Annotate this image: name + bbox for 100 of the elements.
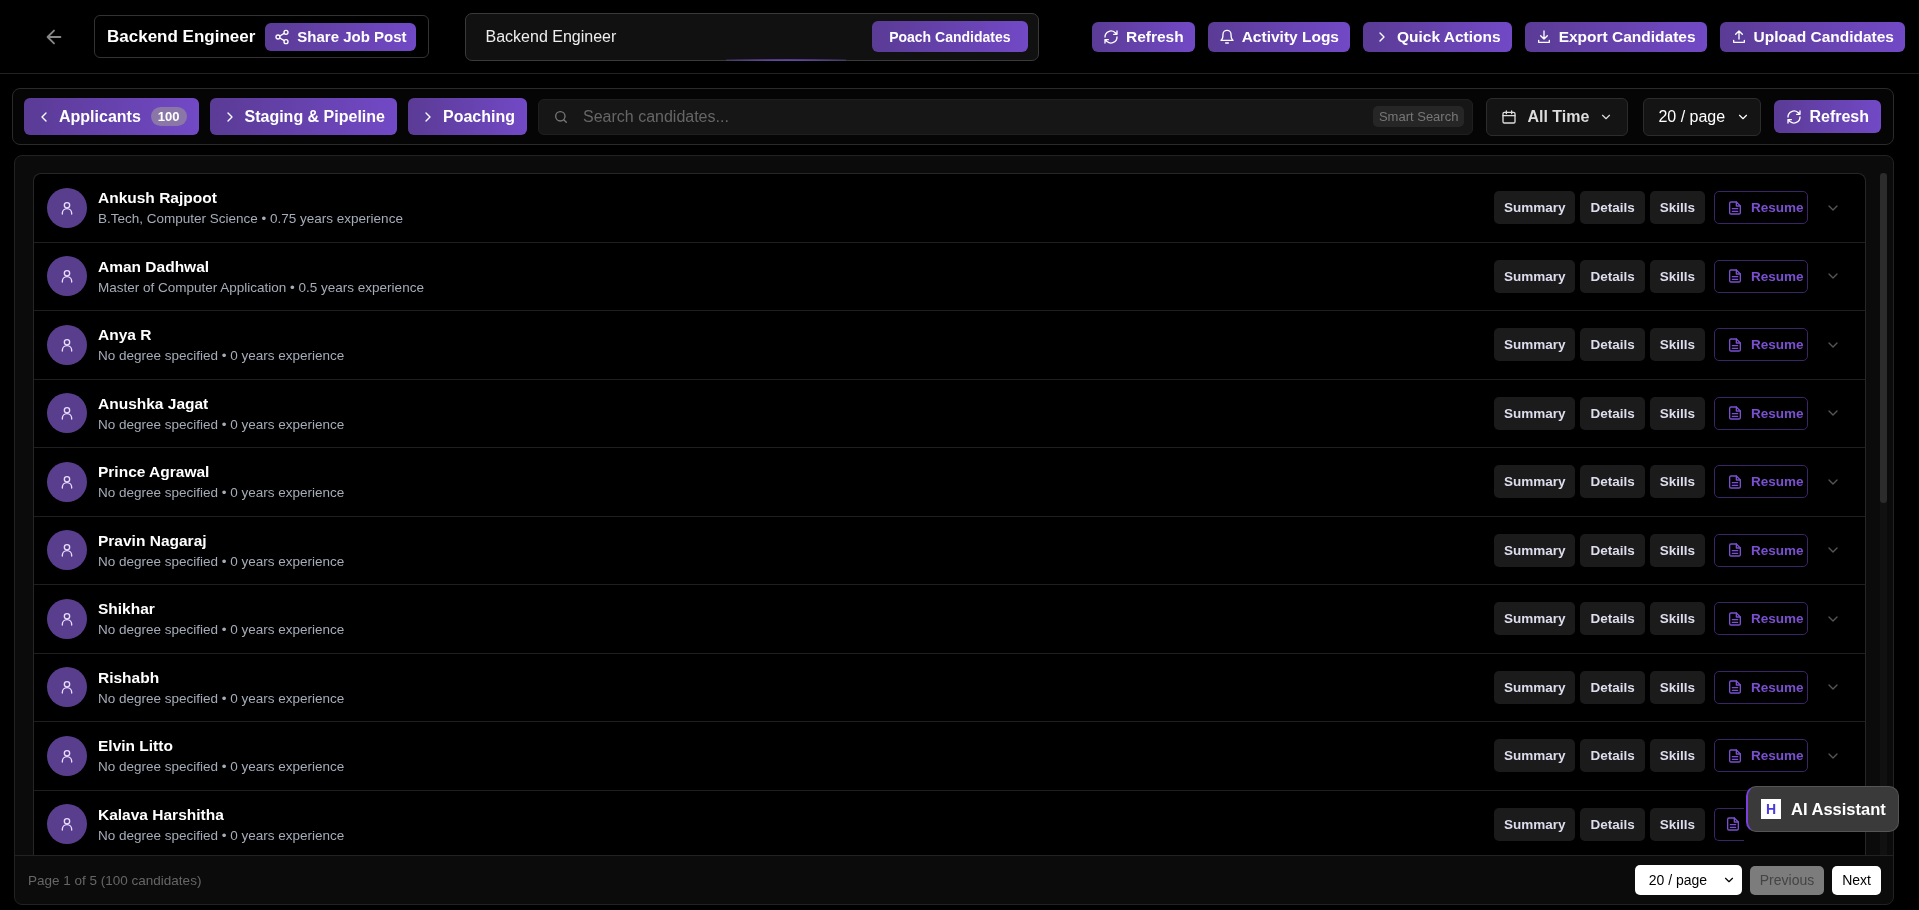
upload-icon	[1730, 28, 1747, 45]
row-button[interactable]: Summary	[1493, 670, 1576, 704]
refresh-icon	[1786, 108, 1803, 125]
candidate-name: Kalava Harshitha	[98, 805, 225, 824]
candidate-details: No degree specified • 0 years experience	[98, 553, 346, 569]
row-button[interactable]: Skills	[1649, 739, 1705, 773]
page-info: Page 1 of 5 (100 candidates)	[28, 872, 202, 888]
row-button[interactable]: Summary	[1493, 191, 1576, 225]
document-icon	[1727, 405, 1743, 422]
download-icon	[1535, 28, 1552, 45]
job-title: Backend Engineer	[107, 26, 256, 47]
row-button[interactable]: Details	[1580, 739, 1645, 773]
candidate-name: Anushka Jagat	[98, 394, 210, 413]
search-icon	[553, 108, 569, 125]
pipeline-tab[interactable]: Applicants 100	[24, 98, 199, 135]
action-button[interactable]: Refresh	[1091, 21, 1195, 52]
row-button[interactable]: Skills	[1649, 396, 1705, 430]
resume-button[interactable]	[1714, 807, 1744, 841]
document-icon	[1727, 336, 1743, 353]
smart-search-tag: Smart Search	[1372, 106, 1465, 127]
next-button[interactable]: Next	[1832, 865, 1881, 895]
row-button[interactable]: Skills	[1649, 259, 1705, 293]
candidate-details: Master of Computer Application • 0.5 years experience	[98, 279, 425, 295]
action-button[interactable]: Upload Candidates	[1719, 21, 1905, 52]
document-icon	[1725, 816, 1741, 833]
avatar	[47, 735, 87, 776]
job-search-field[interactable]: Backend Engineer Poach Candidates	[464, 12, 1039, 61]
row-button[interactable]: Details	[1580, 328, 1645, 362]
avatar	[47, 667, 87, 708]
refresh-button[interactable]: Refresh	[1774, 100, 1881, 133]
resume-button[interactable]: Resume	[1714, 396, 1808, 430]
pipeline-tab[interactable]: Poaching	[407, 98, 527, 135]
pipeline-tab[interactable]: Staging & Pipeline	[209, 98, 397, 135]
action-button[interactable]: Export Candidates	[1524, 21, 1707, 52]
resume-button[interactable]: Resume	[1714, 533, 1808, 567]
action-button[interactable]: Activity Logs	[1207, 21, 1350, 52]
row-button[interactable]: Summary	[1493, 396, 1576, 430]
candidate-name: Shikhar	[98, 600, 156, 619]
document-icon	[1727, 542, 1743, 559]
page-size-select[interactable]: 20 / page	[1643, 97, 1762, 136]
date-range-dropdown[interactable]: All Time	[1486, 97, 1629, 136]
avatar	[47, 393, 87, 434]
candidate-name: Rishabh	[98, 668, 161, 687]
row-button[interactable]: Details	[1580, 465, 1645, 499]
row-button[interactable]: Details	[1580, 259, 1645, 293]
avatar	[47, 461, 87, 502]
candidate-name: Prince Agrawal	[98, 463, 211, 482]
resume-button[interactable]: Resume	[1714, 465, 1808, 499]
avatar	[47, 598, 87, 639]
row-button[interactable]: Skills	[1649, 807, 1705, 841]
candidate-details: No degree specified • 0 years experience	[98, 348, 346, 364]
document-icon	[1727, 199, 1743, 216]
row-button[interactable]: Details	[1580, 533, 1645, 567]
row-button[interactable]: Summary	[1493, 602, 1576, 636]
candidate-name: Aman Dadhwal	[98, 257, 211, 276]
search-field[interactable]: Search candidates...	[581, 106, 1361, 127]
avatar	[47, 804, 87, 845]
row-button[interactable]: Skills	[1649, 191, 1705, 225]
resume-button[interactable]: Resume	[1714, 670, 1808, 704]
row-button[interactable]: Summary	[1493, 807, 1576, 841]
row-button[interactable]: Summary	[1493, 465, 1576, 499]
document-icon	[1727, 268, 1743, 285]
resume-button[interactable]: Resume	[1714, 602, 1808, 636]
resume-button[interactable]: Resume	[1714, 328, 1808, 362]
row-button[interactable]: Skills	[1649, 670, 1705, 704]
count-badge: 100	[150, 107, 187, 126]
document-icon	[1727, 679, 1743, 696]
row-button[interactable]: Skills	[1649, 602, 1705, 636]
document-icon	[1727, 610, 1743, 627]
row-button[interactable]: Skills	[1649, 328, 1705, 362]
row-button[interactable]: Details	[1580, 396, 1645, 430]
resume-button[interactable]: Resume	[1714, 259, 1808, 293]
ai-assistant-button[interactable]: H AI Assistant	[1746, 786, 1899, 832]
candidate-details: B.Tech, Computer Science • 0.75 years experience	[98, 211, 404, 227]
action-button[interactable]: Quick Actions	[1363, 21, 1512, 52]
poach-candidates-button[interactable]: Poach Candidates	[872, 21, 1028, 52]
avatar	[47, 256, 87, 297]
row-button[interactable]: Summary	[1493, 328, 1576, 362]
avatar	[47, 530, 87, 571]
row-button[interactable]: Summary	[1493, 739, 1576, 773]
resume-button[interactable]: Resume	[1714, 739, 1808, 773]
row-button[interactable]: Details	[1580, 807, 1645, 841]
candidate-details: No degree specified • 0 years experience	[98, 690, 346, 706]
candidate-name: Anya R	[98, 326, 153, 345]
row-button[interactable]: Summary	[1493, 259, 1576, 293]
page-size-select[interactable]: 20 / page	[1634, 865, 1742, 895]
row-button[interactable]: Details	[1580, 191, 1645, 225]
share-job-post-button[interactable]: Share Job Post	[265, 22, 416, 51]
candidate-details: No degree specified • 0 years experience	[98, 416, 346, 432]
row-button[interactable]: Details	[1580, 602, 1645, 636]
bell-icon	[1218, 28, 1235, 45]
document-icon	[1727, 747, 1743, 764]
row-button[interactable]: Summary	[1493, 533, 1576, 567]
resume-button[interactable]: Resume	[1714, 191, 1808, 225]
candidate-details: No degree specified • 0 years experience	[98, 485, 346, 501]
row-button[interactable]: Details	[1580, 670, 1645, 704]
row-button[interactable]: Skills	[1649, 533, 1705, 567]
row-button[interactable]: Skills	[1649, 465, 1705, 499]
assistant-logo: H	[1761, 799, 1781, 819]
calendar-icon	[1501, 108, 1518, 125]
